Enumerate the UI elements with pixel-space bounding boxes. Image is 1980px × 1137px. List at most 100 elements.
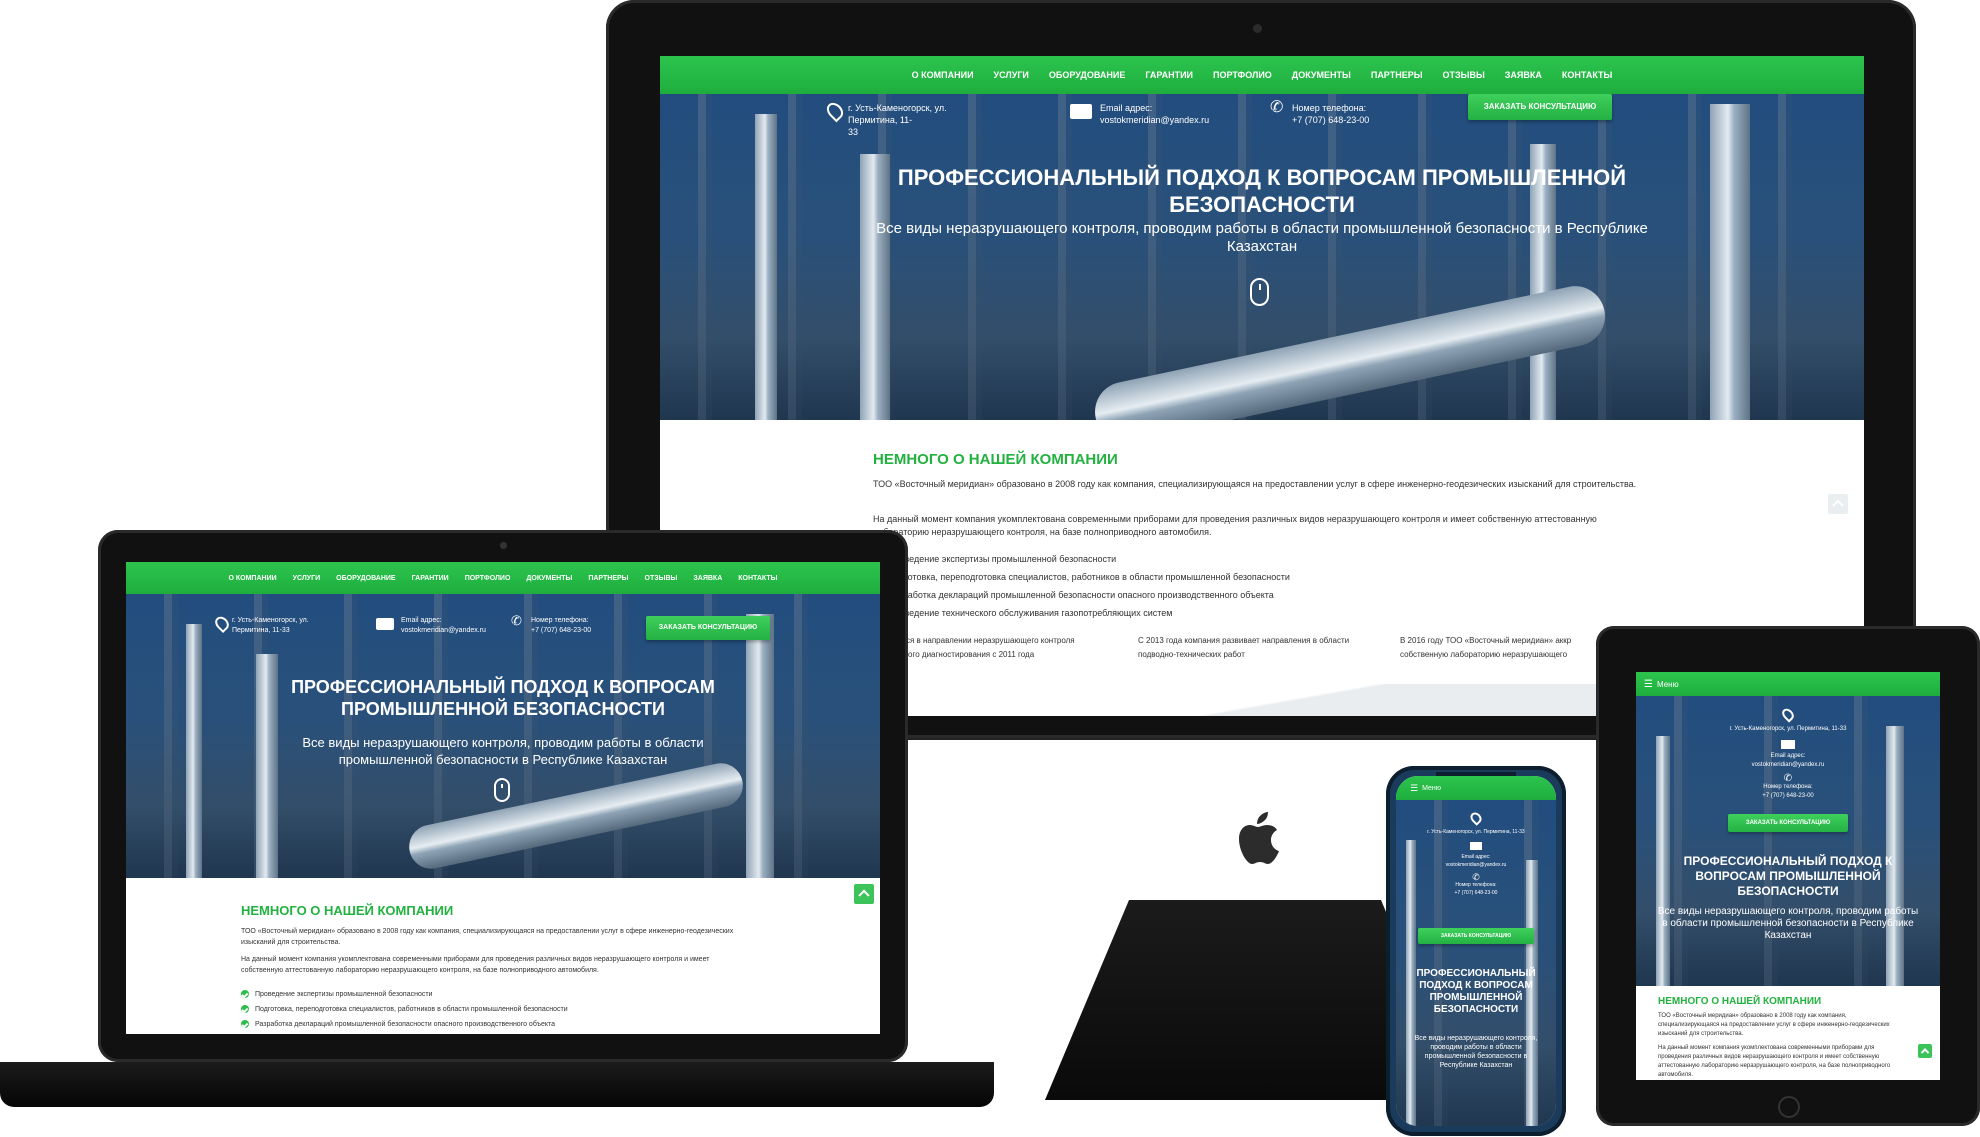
imac-camera — [1253, 24, 1262, 33]
apple-logo-icon — [1238, 810, 1284, 866]
about-title: НЕМНОГО О НАШЕЙ КОМПАНИИ — [873, 451, 1118, 468]
about-list: Проведение экспертизы промышленной безоп… — [873, 550, 1653, 622]
hamburger-icon[interactable]: ☰ — [1644, 679, 1653, 690]
location-pin-icon — [823, 99, 847, 123]
hero-subtitle: Все виды неразрушающего контроля, провод… — [876, 220, 1648, 255]
nav-item-about[interactable]: О КОМПАНИИ — [912, 70, 974, 80]
nav-item-partners[interactable]: ПАРТНЕРЫ — [588, 575, 628, 582]
hero-subtitle: Все виды неразрушающего контроля, провод… — [1414, 1035, 1538, 1069]
hamburger-icon[interactable]: ☰ — [1410, 783, 1418, 794]
tablet-home-button — [1778, 1096, 1800, 1118]
consultation-button[interactable]: ЗАКАЗАТЬ КОНСУЛЬТАЦИЮ — [1418, 928, 1534, 944]
laptop-camera — [500, 542, 507, 549]
consultation-button[interactable]: ЗАКАЗАТЬ КОНСУЛЬТАЦИЮ — [646, 616, 770, 640]
address-text: г. Усть-Каменогорск, ул. Пермитина, 11-3… — [232, 617, 309, 634]
laptop-base — [0, 1062, 994, 1107]
consultation-button[interactable]: ЗАКАЗАТЬ КОНСУЛЬТАЦИЮ — [1728, 814, 1848, 832]
about-title: НЕМНОГО О НАШЕЙ КОМПАНИИ — [1658, 996, 1822, 1007]
location-pin-icon — [1468, 810, 1484, 826]
nav-item-services[interactable]: УСЛУГИ — [293, 575, 321, 582]
nav-item-contacts[interactable]: КОНТАКТЫ — [738, 575, 777, 582]
hero-title: ПРОФЕССИОНАЛЬНЫЙ ПОДХОД К ВОПРОСАМ ПРОМЫ… — [1416, 968, 1536, 1015]
nav-item-documents[interactable]: ДОКУМЕНТЫ — [526, 575, 572, 582]
hero-title: ПРОФЕССИОНАЛЬНЫЙ ПОДХОД К ВОПРОСАМ ПРОМЫ… — [897, 165, 1627, 217]
address-block: г. Усть-Каменогорск, ул. Пермитина, 11- 3… — [823, 99, 998, 138]
nav-item-services[interactable]: УСЛУГИ — [994, 70, 1029, 80]
envelope-icon — [1470, 842, 1482, 850]
nav-item-about[interactable]: О КОМПАНИИ — [228, 575, 276, 582]
hero-subtitle: Все виды неразрушающего контроля, провод… — [302, 735, 704, 767]
about-paragraph-1: ТОО «Восточный меридиан» образовано в 20… — [241, 928, 734, 946]
nav-item-portfolio[interactable]: ПОРТФОЛИО — [1213, 70, 1272, 80]
location-pin-icon — [1779, 706, 1797, 723]
address-block: г. Усть-Каменогорск, ул. Пермитина, 11-3… — [212, 613, 326, 636]
nav-item-reviews[interactable]: ОТЗЫВЫ — [645, 575, 678, 582]
hero-title: ПРОФЕССИОНАЛЬНЫЙ ПОДХОД К ВОПРОСАМ ПРОМЫ… — [1683, 854, 1893, 898]
phone-navbar: ☰ Меню — [1396, 776, 1556, 800]
about-paragraph-1: ТОО «Восточный меридиан» образовано в 20… — [873, 479, 1637, 489]
desktop-navbar: О КОМПАНИИ УСЛУГИ ОБОРУДОВАНИЕ ГАРАНТИИ … — [660, 56, 1864, 94]
phone-contacts: г. Усть-Каменогорск, ул. Пермитина, 11-3… — [1396, 810, 1556, 897]
nav-item-equipment[interactable]: ОБОРУДОВАНИЕ — [1049, 70, 1125, 80]
nav-item-portfolio[interactable]: ПОРТФОЛИО — [465, 575, 511, 582]
laptop-screen: О КОМПАНИИ УСЛУГИ ОБОРУДОВАНИЕ ГАРАНТИИ … — [126, 562, 880, 1034]
tablet-screen: ☰ Меню г. Усть-Каменогорск, ул. Пермитин… — [1636, 672, 1940, 1080]
nav-item-documents[interactable]: ДОКУМЕНТЫ — [1292, 70, 1351, 80]
list-item: Проведение экспертизы промышленной безоп… — [241, 987, 801, 1002]
phone-value[interactable]: +7 (707) 648-23-00 — [1292, 115, 1369, 125]
phone-hero: г. Усть-Каменогорск, ул. Пермитина, 11-3… — [1396, 800, 1556, 1126]
hero-column — [1710, 104, 1750, 420]
list-item: Проведение технического обслуживания газ… — [873, 604, 1653, 622]
nav-item-guarantees[interactable]: ГАРАНТИИ — [412, 575, 449, 582]
back-to-top-button[interactable] — [854, 884, 874, 904]
list-item: Подготовка, переподготовка специалистов,… — [873, 568, 1653, 586]
nav-item-contacts[interactable]: КОНТАКТЫ — [1562, 70, 1612, 80]
hero-subtitle: Все виды неразрушающего контроля, провод… — [1657, 906, 1919, 941]
scroll-mouse-icon[interactable] — [494, 778, 510, 802]
address-line2: 33 — [848, 127, 859, 137]
scroll-mouse-icon[interactable] — [1250, 278, 1269, 306]
phone-block: ✆ Номер телефона: +7 (707) 648-23-00 — [1270, 99, 1420, 126]
hero-title: ПРОФЕССИОНАЛЬНЫЙ ПОДХОД К ВОПРОСАМ ПРОМЫ… — [291, 677, 715, 719]
hero-column — [755, 114, 777, 420]
email-value[interactable]: vostokmeridian@yandex.ru — [1100, 115, 1209, 125]
phone-screen: ☰ Меню г. Усть-Каменогорск, ул. Пермитин… — [1396, 776, 1556, 1126]
phone-icon: ✆ — [1270, 99, 1284, 116]
list-item: Проведение экспертизы промышленной безоп… — [873, 550, 1653, 568]
phone-icon: ✆ — [1472, 872, 1480, 882]
phone-label: Номер телефона: — [1292, 103, 1367, 113]
phone-icon: ✆ — [511, 613, 522, 628]
nav-item-guarantees[interactable]: ГАРАНТИИ — [1145, 70, 1193, 80]
list-item: Подготовка, переподготовка специалистов,… — [241, 1002, 801, 1017]
location-pin-icon — [212, 613, 232, 634]
nav-item-partners[interactable]: ПАРТНЕРЫ — [1371, 70, 1423, 80]
consultation-button[interactable]: ЗАКАЗАТЬ КОНСУЛЬТАЦИЮ — [1468, 94, 1612, 120]
envelope-icon — [1070, 104, 1092, 119]
nav-item-equipment[interactable]: ОБОРУДОВАНИЕ — [336, 575, 395, 582]
list-item: Разработка деклараций промышленной безоп… — [241, 1017, 801, 1032]
desktop-hero: г. Усть-Каменогорск, ул. Пермитина, 11- 3… — [660, 94, 1864, 420]
envelope-icon — [376, 618, 394, 630]
email-label: Email адрес: — [1100, 103, 1153, 113]
tablet-address: г. Усть-Каменогорск, ул. Пермитина, 11-3… — [1636, 706, 1940, 801]
envelope-icon — [1781, 740, 1795, 749]
mobile-menu-label[interactable]: Меню — [1422, 785, 1441, 792]
nav-item-request[interactable]: ЗАЯВКА — [1505, 70, 1542, 80]
laptop-navbar: О КОМПАНИИ УСЛУГИ ОБОРУДОВАНИЕ ГАРАНТИИ … — [126, 562, 880, 594]
email-block: Email адрес: vostokmeridian@yandex.ru — [1070, 102, 1230, 126]
phone-icon: ✆ — [1783, 773, 1793, 784]
tablet-navbar: ☰ Меню — [1636, 672, 1940, 696]
fact-2: С 2013 года компания развивает направлен… — [1138, 636, 1350, 659]
back-to-top-button[interactable] — [1828, 494, 1848, 514]
email-block: Email адрес: vostokmeridian@yandex.ru — [376, 616, 496, 636]
laptop-hero: г. Усть-Каменогорск, ул. Пермитина, 11-3… — [126, 594, 880, 878]
address-line1: г. Усть-Каменогорск, ул. Пермитина, 11- — [848, 103, 947, 125]
back-to-top-button[interactable] — [1918, 1044, 1932, 1058]
about-paragraph-2: На данный момент компания укомплектована… — [241, 956, 710, 974]
nav-item-reviews[interactable]: ОТЗЫВЫ — [1443, 70, 1485, 80]
mobile-menu-label[interactable]: Меню — [1657, 680, 1679, 689]
about-title: НЕМНОГО О НАШЕЙ КОМПАНИИ — [241, 903, 454, 918]
list-item: Разработка деклараций промышленной безоп… — [873, 586, 1653, 604]
about-paragraph-2: На данный момент компания укомплектована… — [1658, 1045, 1891, 1078]
nav-item-request[interactable]: ЗАЯВКА — [693, 575, 722, 582]
